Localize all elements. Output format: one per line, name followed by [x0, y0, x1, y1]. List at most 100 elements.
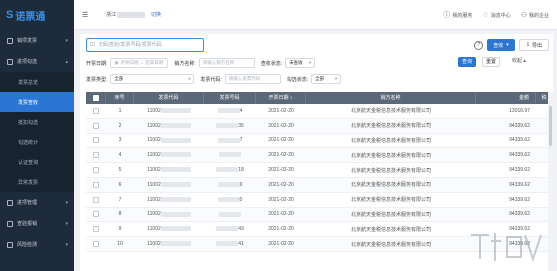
- question-circle-icon: ⓘ: [443, 12, 451, 19]
- row-checkbox-cell[interactable]: [86, 122, 106, 129]
- cell-invoice-code-visible: 11002: [147, 122, 161, 129]
- nav-group-label: 进项勾选: [17, 59, 38, 65]
- row-checkbox-cell[interactable]: [86, 226, 106, 233]
- cell-issue-date: 2021-02-20: [268, 122, 294, 129]
- table-row[interactable]: 2 11002 35 2021-02-20 北京航天金税信息技术服务有限公司 94339.…: [86, 118, 553, 134]
- seller-input[interactable]: 请输入销方名称: [198, 58, 255, 68]
- cell-invoice-code-visible: 11002: [147, 152, 161, 159]
- vertical-scrollbar[interactable]: [548, 92, 553, 271]
- row-checkbox[interactable]: [93, 211, 99, 218]
- reset-button[interactable]: 重置: [482, 57, 500, 67]
- cell-invoice-number: 0: [204, 197, 256, 203]
- cell-invoice-number-visible: 35: [238, 122, 244, 129]
- cell-issue-date: 2021-02-20: [268, 137, 294, 144]
- row-checkbox[interactable]: [93, 226, 99, 233]
- nav-group-label: 销项发票: [17, 38, 38, 44]
- row-checkbox[interactable]: [93, 166, 99, 173]
- redacted-value: [216, 122, 239, 128]
- row-checkbox[interactable]: [93, 137, 99, 144]
- row-checkbox-cell[interactable]: [86, 152, 106, 159]
- redacted-value: [216, 226, 239, 232]
- app-logo[interactable]: S 诺票通: [0, 0, 74, 30]
- cell-invoice-code: 11002: [134, 182, 204, 188]
- table-row[interactable]: 5 11002 18 2021-02-20 北京航天金税信息技术服务有限公司 94339.…: [86, 163, 553, 178]
- sidebar-item-stats[interactable]: 勾选统计: [0, 132, 74, 152]
- row-checkbox[interactable]: [93, 181, 99, 188]
- table-row[interactable]: 8 11002 2021-02-20 北京航天金税信息技术服务有限公司 94339.62: [86, 207, 553, 223]
- sidebar-item-deduct[interactable]: 抵扣勾选: [0, 112, 74, 132]
- nav-group-verify[interactable]: 查验报销 ▾: [0, 213, 74, 234]
- switch-company-link[interactable]: 切换: [151, 11, 161, 18]
- redacted-value: [160, 122, 191, 128]
- row-checkbox[interactable]: [93, 240, 99, 247]
- cell-seq: 4: [118, 152, 122, 159]
- scrollbar-thumb[interactable]: [549, 106, 552, 146]
- watermark-logo: [471, 233, 542, 263]
- export-button[interactable]: ⇩ 导出: [518, 39, 549, 51]
- cell-seq: 8: [118, 211, 122, 218]
- redacted-value: [217, 182, 240, 188]
- chevron-down-icon[interactable]: ▾: [506, 42, 509, 48]
- my-company-button[interactable]: ⚇ 我的企业: [521, 11, 549, 19]
- chevron-down-icon: ▾: [65, 241, 68, 248]
- check-receive-label: 查收: [493, 42, 504, 49]
- table-row[interactable]: 6 11002 9 2021-02-20 北京航天金税信息技术服务有限公司 94339.6…: [86, 177, 553, 193]
- select-all-cell[interactable]: [86, 92, 106, 104]
- receive-status-select[interactable]: 未查收 ▾: [285, 58, 316, 68]
- cell-issue-date: 2021-02-20: [268, 226, 294, 233]
- issue-date-range[interactable]: ▣ 开始日期 ~ 结束日期: [110, 58, 169, 68]
- check-status-select[interactable]: 全部 ▾: [311, 74, 342, 84]
- col-issue-date[interactable]: 开票日期 ↕: [256, 92, 306, 104]
- row-checkbox-cell[interactable]: [86, 137, 106, 144]
- row-checkbox-cell[interactable]: [86, 240, 106, 247]
- row-checkbox-cell[interactable]: [86, 166, 106, 173]
- invoice-type-select[interactable]: 全部 ▾: [110, 74, 195, 84]
- my-service-button[interactable]: ⓘ 我的服务: [443, 10, 472, 20]
- redacted-value: [217, 108, 240, 114]
- sidebar-item-receive[interactable]: 发票查收: [0, 92, 74, 112]
- table-row[interactable]: 4 11002 2021-02-20 北京航天金税信息技术服务有限公司 94339.62: [86, 148, 553, 164]
- sidebar-item-overview[interactable]: 发票总览: [0, 72, 74, 92]
- invoice-code-input[interactable]: 请输入发票代码: [224, 74, 281, 84]
- nav-group-input-manage[interactable]: 进项管理 ▾: [0, 192, 74, 213]
- nav-group-label: 风险检测: [17, 242, 38, 248]
- sidebar-item-cert-query[interactable]: 认证查询: [0, 152, 74, 172]
- table-row[interactable]: 1 11002 4 2021-02-20 北京航天金税信息技术服务有限公司 13016.9…: [86, 104, 553, 119]
- row-checkbox[interactable]: [93, 152, 99, 159]
- nav-group-output-invoice[interactable]: 销项发票 ▾: [0, 30, 74, 51]
- select-all-checkbox[interactable]: [92, 94, 99, 101]
- row-checkbox[interactable]: [93, 122, 99, 129]
- search-input[interactable]: ⊡ 扫码查验/发票号码/发票代码: [86, 38, 204, 52]
- table-row[interactable]: 7 11002 0 2021-02-20 北京航天金税信息技术服务有限公司 94339.6…: [86, 193, 553, 208]
- col-amount: 金额: [476, 92, 536, 104]
- sidebar-item-abnormal[interactable]: 异常发票: [0, 172, 74, 192]
- table-row[interactable]: 3 11002 7 2021-02-20 北京航天金税信息技术服务有限公司 94339.6…: [86, 134, 553, 149]
- cell-amount: 94339.62: [509, 167, 530, 174]
- row-checkbox-cell[interactable]: [86, 211, 106, 218]
- check-receive-button[interactable]: 查收 ▾: [487, 39, 515, 51]
- message-center-button[interactable]: ♢ 消息中心: [482, 11, 510, 19]
- cell-invoice-code-visible: 11002: [147, 241, 161, 248]
- help-icon[interactable]: ?: [474, 40, 484, 50]
- collapse-filters-button[interactable]: 收起 ▴: [512, 57, 526, 64]
- cell-amount: 94339.62: [509, 137, 530, 144]
- nav-group-label: 进项管理: [17, 200, 38, 206]
- nav-group-risk[interactable]: 风险检测 ▾: [0, 234, 74, 255]
- row-checkbox[interactable]: [93, 107, 99, 114]
- cell-seller-name: 北京航天金税信息技术服务有限公司: [350, 137, 431, 144]
- nav-group-input-check[interactable]: 进项勾选 ▴: [0, 51, 74, 72]
- cell-seq: 5: [118, 167, 122, 174]
- cell-amount: 13016.97: [509, 107, 530, 114]
- cell-issue-date: 2021-02-20: [268, 181, 294, 188]
- chevron-down-icon: ▾: [308, 60, 312, 65]
- row-checkbox[interactable]: [93, 196, 99, 203]
- shield-icon: [7, 241, 13, 248]
- check-status-value: 全部: [315, 76, 325, 81]
- row-checkbox-cell[interactable]: [86, 196, 106, 203]
- row-checkbox-cell[interactable]: [86, 107, 106, 114]
- menu-toggle-icon[interactable]: ☰: [82, 11, 92, 19]
- query-button[interactable]: 查询: [458, 57, 476, 67]
- row-checkbox-cell[interactable]: [86, 181, 106, 188]
- cell-issue-date: 2021-02-20: [268, 107, 294, 114]
- folder-icon: [7, 199, 13, 206]
